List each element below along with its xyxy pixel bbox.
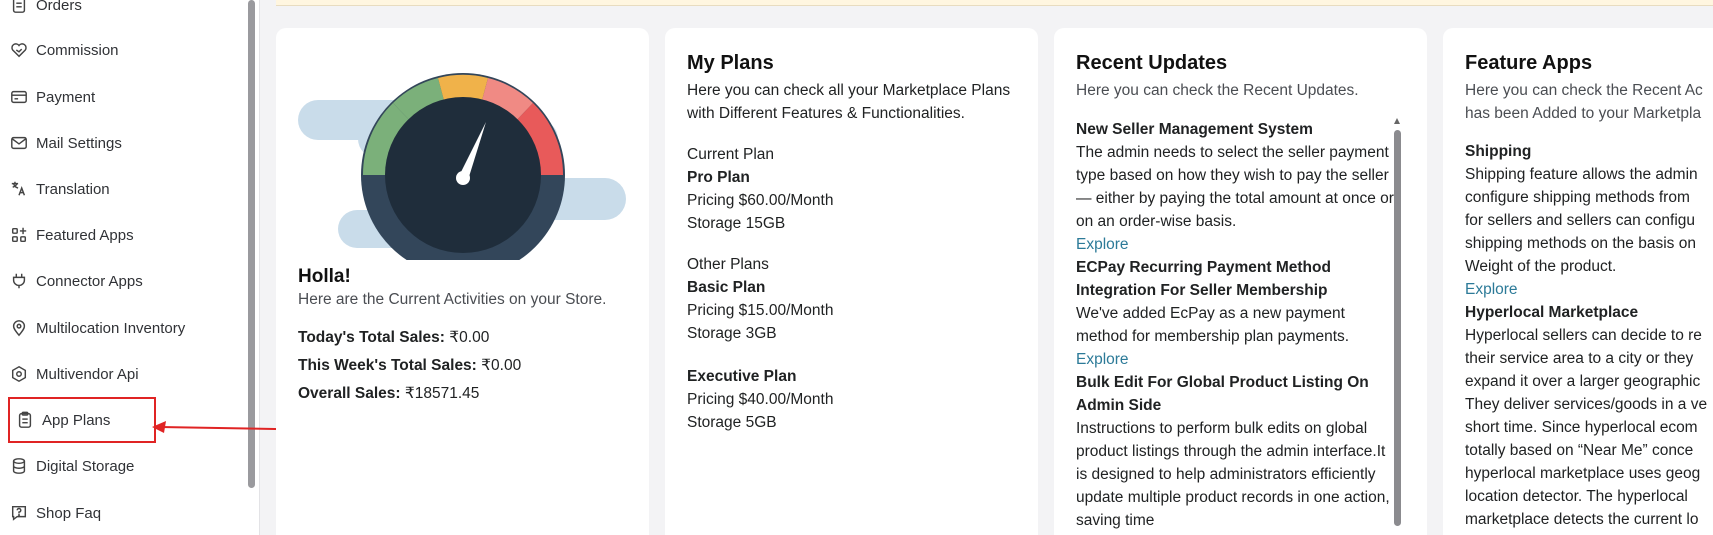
activity-card: Holla! Here are the Current Activities o… xyxy=(276,28,649,535)
sidebar-item-payment[interactable]: Payment xyxy=(10,76,225,118)
current-plan-storage: Storage 15GB xyxy=(687,215,786,232)
sidebar-item-mail-settings[interactable]: Mail Settings xyxy=(10,122,225,164)
update-item: Bulk Edit For Global Product Listing On … xyxy=(1076,371,1394,532)
today-sales-row: Today's Total Sales: ₹0.00 xyxy=(298,329,490,346)
featured-apps-icon xyxy=(10,225,36,245)
plan-storage: Storage 3GB xyxy=(687,325,777,342)
plans-subtitle: Here you can check all your Marketplace … xyxy=(687,82,1011,122)
feature-title: Shipping xyxy=(1465,143,1532,160)
feature-item: Shipping Shipping feature allows the adm… xyxy=(1465,140,1713,301)
sidebar-item-label: Digital Storage xyxy=(36,457,135,475)
scroll-up-icon[interactable] xyxy=(1394,118,1400,124)
feature-title: Hyperlocal Marketplace xyxy=(1465,304,1639,321)
api-icon xyxy=(10,364,36,384)
plan-name: Executive Plan xyxy=(687,368,797,385)
update-title: Bulk Edit For Global Product Listing On … xyxy=(1076,374,1369,414)
explore-link[interactable]: Explore xyxy=(1076,233,1394,256)
greeting: Holla! Here are the Current Activities o… xyxy=(298,266,606,311)
plan-name: Basic Plan xyxy=(687,279,766,296)
sidebar-item-label: Translation xyxy=(36,180,110,198)
feature-apps-card: Feature Apps Here you can check the Rece… xyxy=(1443,28,1713,535)
sidebar-item-translation[interactable]: Translation xyxy=(10,168,225,210)
sidebar-item-orders[interactable]: Orders xyxy=(10,0,225,26)
current-plan-price: Pricing $60.00/Month xyxy=(687,192,834,209)
sidebar-item-multilocation-inventory[interactable]: Multilocation Inventory xyxy=(10,307,225,349)
overall-sales-row: Overall Sales: ₹18571.45 xyxy=(298,385,480,402)
sidebar-item-label: Multivendor Api xyxy=(36,365,139,383)
sidebar-item-app-plans[interactable]: App Plans xyxy=(8,397,156,443)
explore-link[interactable]: Explore xyxy=(1076,348,1394,371)
greeting-subtitle: Here are the Current Activities on your … xyxy=(298,291,607,308)
mail-icon xyxy=(10,133,36,153)
feature-apps-subtitle: Here you can check the Recent Ac xyxy=(1465,82,1703,99)
plans-title: My Plans xyxy=(687,52,774,74)
feature-item: Hyperlocal Marketplace Hyperlocal seller… xyxy=(1465,301,1713,531)
speedometer-illustration xyxy=(298,73,626,260)
faq-icon xyxy=(10,503,36,523)
sidebar: Orders Commission Payment Mail Settings … xyxy=(0,0,260,535)
updates-card: Recent Updates Here you can check the Re… xyxy=(1054,28,1427,535)
update-body: We've added EcPay as a new payment metho… xyxy=(1076,305,1350,345)
other-plans: Other Plans Basic Plan Pricing $15.00/Mo… xyxy=(687,253,1020,345)
plan-price: Pricing $40.00/Month xyxy=(687,391,834,408)
sidebar-item-label: App Plans xyxy=(42,411,111,429)
sidebar-item-label: Featured Apps xyxy=(36,226,134,244)
week-sales-row: This Week's Total Sales: ₹0.00 xyxy=(298,357,522,374)
sidebar-item-digital-storage[interactable]: Digital Storage xyxy=(10,445,225,487)
sidebar-item-label: Commission xyxy=(36,41,119,59)
greeting-title: Holla! xyxy=(298,266,351,287)
sidebar-item-label: Mail Settings xyxy=(36,134,122,152)
update-body: The admin needs to select the seller pay… xyxy=(1076,144,1394,230)
plug-icon xyxy=(10,271,36,291)
sales-stats: Today's Total Sales: ₹0.00 This Week's T… xyxy=(298,328,521,412)
current-plan-name: Pro Plan xyxy=(687,169,750,186)
sidebar-item-label: Orders xyxy=(36,0,82,14)
updates-list[interactable]: New Seller Management System The admin n… xyxy=(1076,118,1394,535)
sidebar-item-featured-apps[interactable]: Featured Apps xyxy=(10,214,225,256)
current-plan: Current Plan Pro Plan Pricing $60.00/Mon… xyxy=(687,143,1020,235)
feature-list: Shipping Shipping feature allows the adm… xyxy=(1465,140,1713,531)
plans-card: My Plans Here you can check all your Mar… xyxy=(665,28,1038,535)
commission-icon xyxy=(10,40,36,60)
sidebar-item-label: Connector Apps xyxy=(36,272,143,290)
feature-apps-title: Feature Apps xyxy=(1465,52,1593,74)
translation-icon xyxy=(10,179,36,199)
update-item: ECPay Recurring Payment Method Integrati… xyxy=(1076,256,1394,371)
top-banner xyxy=(276,0,1713,6)
updates-title: Recent Updates xyxy=(1076,52,1228,74)
update-title: ECPay Recurring Payment Method Integrati… xyxy=(1076,259,1331,299)
sidebar-item-connector-apps[interactable]: Connector Apps xyxy=(10,260,225,302)
clipboard-icon xyxy=(16,410,42,430)
sidebar-item-shop-faq[interactable]: Shop Faq xyxy=(10,492,225,534)
sidebar-scrollbar[interactable] xyxy=(248,0,255,488)
explore-link[interactable]: Explore xyxy=(1465,278,1713,301)
payment-icon xyxy=(10,87,36,107)
other-plan-item: Executive Plan Pricing $40.00/Month Stor… xyxy=(687,365,1020,434)
updates-subtitle: Here you can check the Recent Updates. xyxy=(1076,82,1359,99)
sidebar-item-commission[interactable]: Commission xyxy=(10,29,225,71)
sidebar-item-multivendor-api[interactable]: Multivendor Api xyxy=(10,353,225,395)
update-title: New Seller Management System xyxy=(1076,121,1313,138)
update-item: New Seller Management System The admin n… xyxy=(1076,118,1394,256)
updates-scrollbar[interactable] xyxy=(1394,118,1401,535)
plan-storage: Storage 5GB xyxy=(687,414,777,431)
update-body: Instructions to perform bulk edits on gl… xyxy=(1076,420,1390,529)
database-icon xyxy=(10,456,36,476)
location-pin-icon xyxy=(10,318,36,338)
sidebar-item-label: Multilocation Inventory xyxy=(36,319,186,337)
orders-icon xyxy=(10,0,36,15)
feature-apps-subtitle: has been Added to your Marketpla xyxy=(1465,105,1702,122)
sidebar-item-label: Payment xyxy=(36,88,96,106)
scrollbar-thumb[interactable] xyxy=(1394,130,1401,526)
sidebar-item-label: Shop Faq xyxy=(36,504,102,522)
plan-price: Pricing $15.00/Month xyxy=(687,302,834,319)
